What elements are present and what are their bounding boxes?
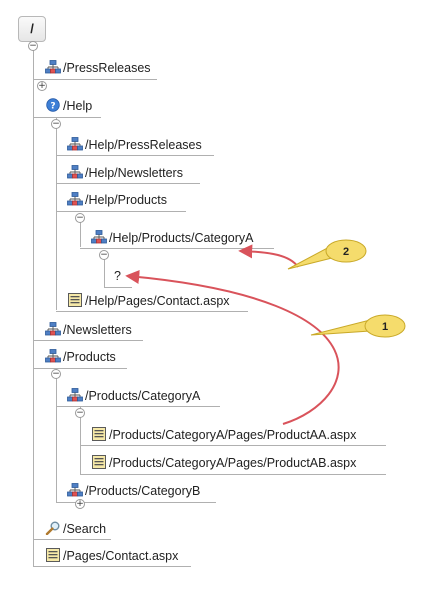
- arrow-to-help-category-a: [238, 244, 299, 268]
- annotation-overlay: 1 2: [125, 239, 406, 425]
- callout-2: 2: [287, 239, 367, 270]
- arrow-from-product-aa: [125, 270, 340, 425]
- callout-1-label: 1: [382, 321, 388, 333]
- callout-1: 1: [310, 314, 406, 338]
- callout-2-label: 2: [343, 246, 349, 258]
